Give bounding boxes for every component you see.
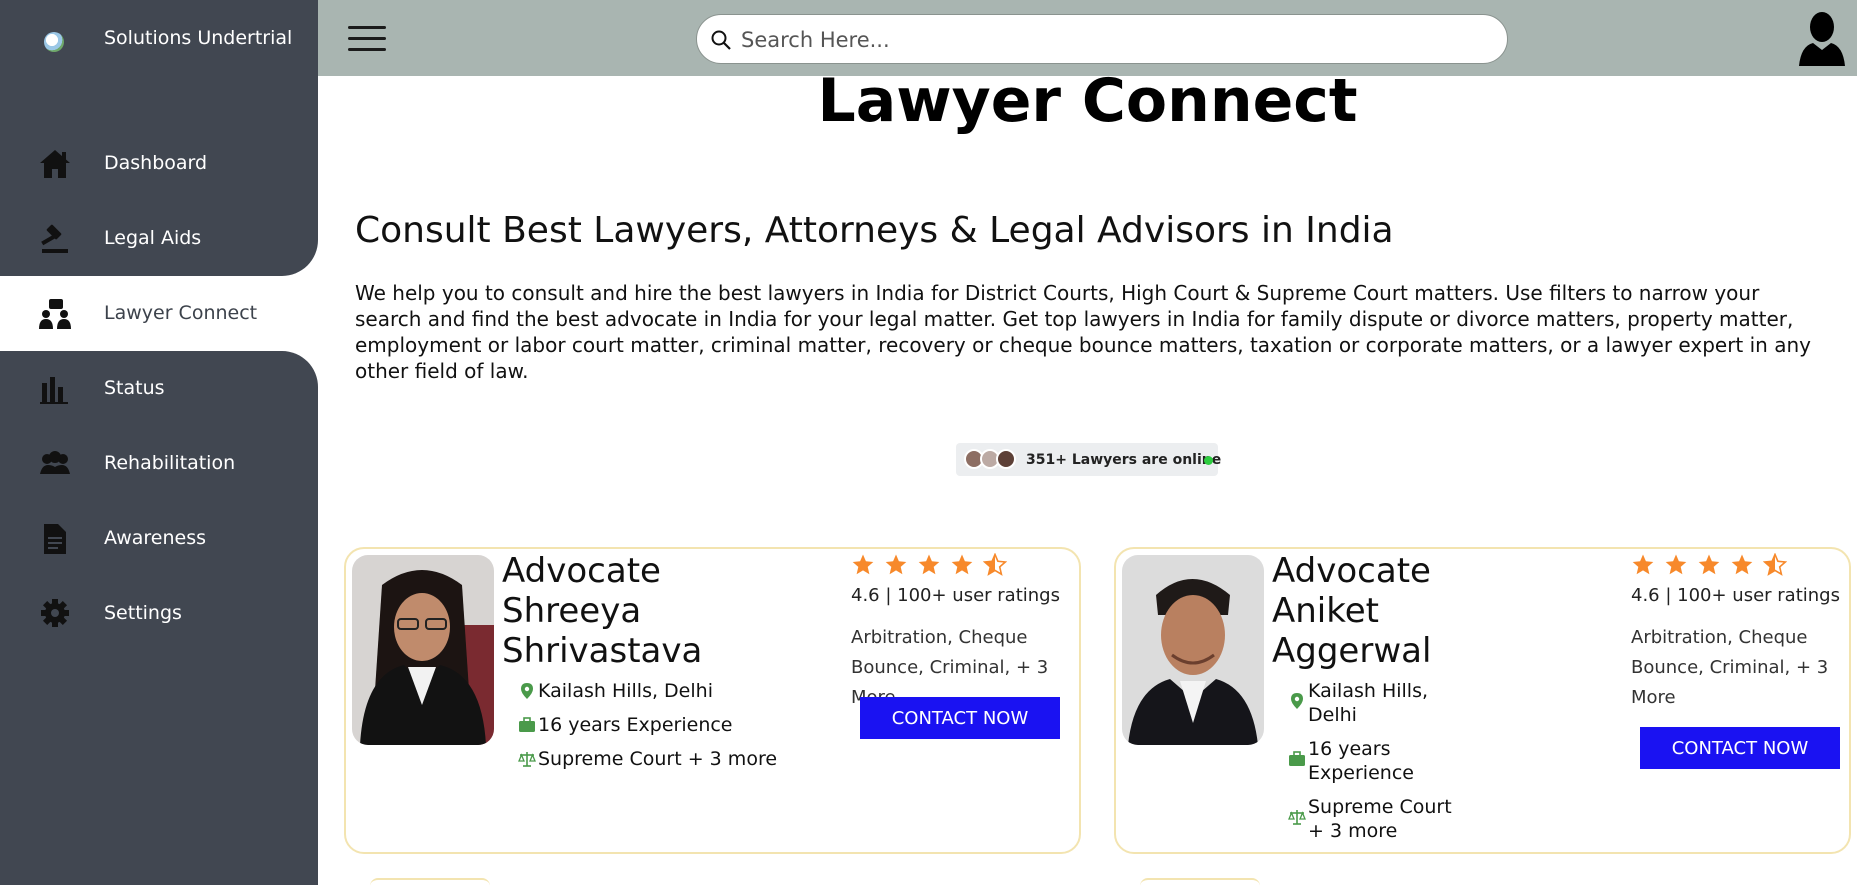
practice-areas: Arbitration, Cheque Bounce, Criminal, + … [1631,627,1829,708]
briefcase-icon [1288,750,1306,768]
online-count-text: 351+ Lawyers are online [1026,452,1222,468]
gear-icon [38,598,72,630]
star-icon [950,553,974,577]
brand[interactable]: Solutions Undertrial [0,0,318,80]
search-input[interactable] [741,23,1481,57]
sidebar-item-label: Dashboard [104,152,208,174]
brand-name: Solutions Undertrial [104,27,293,49]
page-title: Lawyer Connect [817,66,1358,136]
gavel-icon [38,223,72,255]
experience-text: 16 years Experience [538,714,733,736]
rating-text: 4.6 | 100+ user ratings [851,585,1060,606]
experience-row: 16 years Experience [1288,737,1468,785]
star-icon [851,553,875,577]
home-icon [38,148,72,180]
star-icon [884,553,908,577]
bar-chart-icon [38,373,72,405]
court-row: Supreme Court + 3 more [518,747,777,771]
section-heading: Consult Best Lawyers, Attorneys & Legal … [355,210,1394,251]
rating-text: 4.6 | 100+ user ratings [1631,585,1840,606]
sidebar-item-lawyer-connect[interactable]: Lawyer Connect [18,276,318,351]
sidebar-item-label: Rehabilitation [104,452,236,474]
search-bar[interactable] [696,14,1508,64]
contact-now-button[interactable]: CONTACT NOW [860,697,1060,739]
star-icon [1697,553,1721,577]
lawyer-name: Advocate Aniket Aggerwal [1272,551,1432,671]
sidebar-item-label: Status [104,377,165,399]
search-icon [711,30,731,50]
location-row: Kailash Hills, Delhi [518,679,713,703]
half-star-icon [1762,552,1788,577]
star-icon [1730,553,1754,577]
star-icon [917,553,941,577]
experience-text: 16 years Experience [1308,738,1414,784]
sidebar-item-legal-aids[interactable]: Legal Aids [18,201,318,276]
intro-paragraph: We help you to consult and hire the best… [355,281,1811,383]
sidebar-item-label: Settings [104,602,182,624]
online-avatars [964,449,1024,471]
lawyer-name: Advocate Shreeya Shrivastava [502,551,703,671]
location-pin-icon [1288,692,1306,710]
online-status-dot [1204,456,1213,465]
hamburger-menu-icon[interactable] [348,26,386,52]
lawyer-card[interactable]: Advocate Shreeya Shrivastava Kailash Hil… [344,547,1081,854]
half-star-icon [982,552,1008,577]
scales-icon [518,750,536,768]
contact-now-button[interactable]: CONTACT NOW [1640,727,1840,769]
sidebar-item-awareness[interactable]: Awareness [18,501,318,576]
sidebar-item-status[interactable]: Status [18,351,318,426]
brand-logo-icon [44,32,64,52]
star-icon [1664,553,1688,577]
rating-stars [1631,552,1796,577]
sidebar-item-settings[interactable]: Settings [18,576,318,651]
top-bar [318,0,1857,76]
sidebar-item-label: Lawyer Connect [104,302,258,324]
sidebar-item-dashboard[interactable]: Dashboard [18,126,318,201]
sidebar-item-label: Legal Aids [104,227,202,249]
lawyer-photo [1122,555,1264,745]
briefcase-icon [518,716,536,734]
court-text: Supreme Court + 3 more [1308,796,1452,842]
sidebar-item-label: Awareness [104,527,207,549]
location-text: Kailash Hills, Delhi [538,680,713,702]
court-row: Supreme Court + 3 more [1288,795,1468,843]
document-icon [38,523,72,555]
location-text: Kailash Hills, Delhi [1308,680,1429,726]
star-icon [1631,553,1655,577]
lawyer-card[interactable]: Advocate Aniket Aggerwal Kailash Hills, … [1114,547,1851,854]
avatar [996,449,1016,469]
court-text: Supreme Court + 3 more [538,748,778,770]
scales-icon [1288,808,1306,826]
experience-row: 16 years Experience [518,713,733,737]
lawyer-connect-icon [38,298,72,330]
user-avatar-icon[interactable] [1799,10,1845,66]
sidebar-item-rehabilitation[interactable]: Rehabilitation [18,426,318,501]
location-row: Kailash Hills, Delhi [1288,679,1468,727]
lawyer-photo [352,555,494,745]
online-lawyers-badge: 351+ Lawyers are online [956,443,1222,476]
rating-stars [851,552,1016,577]
people-group-icon [38,448,72,480]
location-pin-icon [518,682,536,700]
sidebar: Solutions Undertrial Dashboard Legal Aid… [0,0,318,885]
